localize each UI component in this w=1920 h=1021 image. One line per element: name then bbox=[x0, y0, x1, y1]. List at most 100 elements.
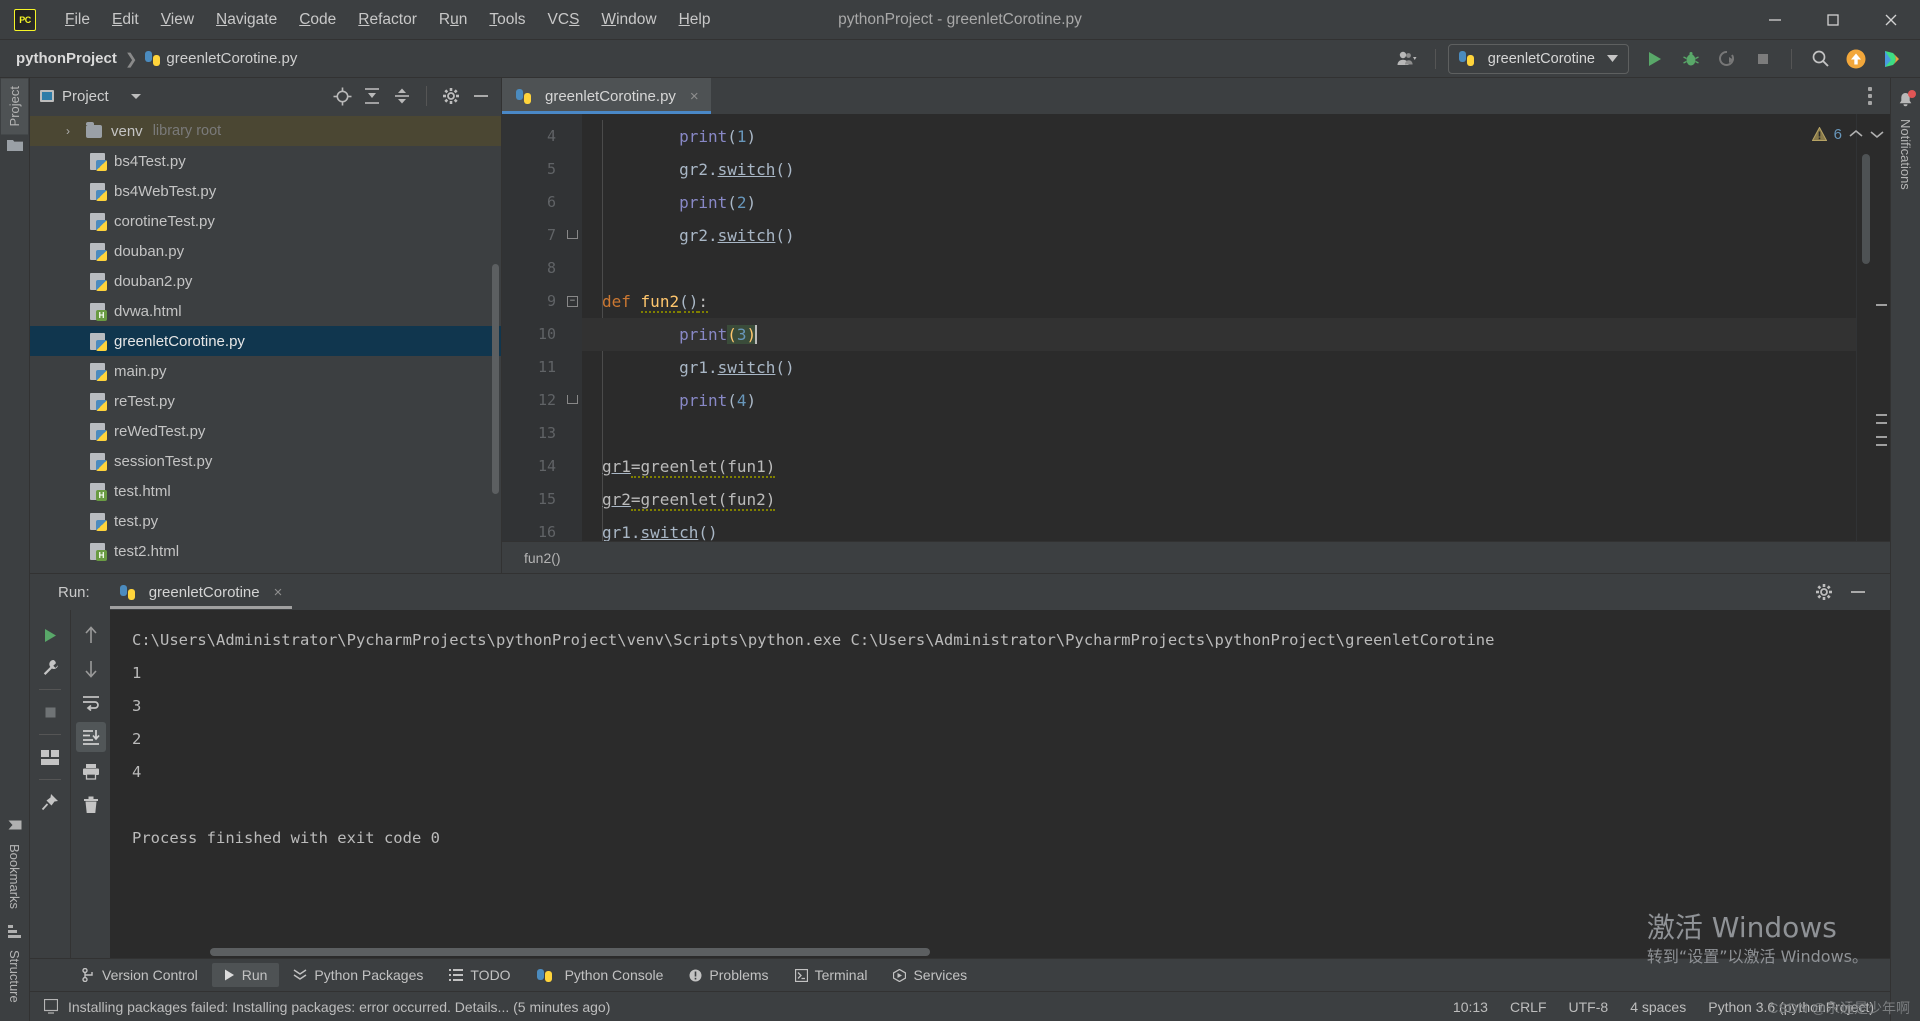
gutter-line-number[interactable]: 12 bbox=[502, 384, 582, 417]
gutter-line-number[interactable]: 14 bbox=[502, 450, 582, 483]
code-line[interactable]: print(1) bbox=[582, 120, 1856, 153]
menu-item-help[interactable]: Help bbox=[668, 7, 722, 33]
tree-item[interactable]: bs4WebTest.py bbox=[30, 176, 501, 206]
gutter-line-number[interactable]: 9− bbox=[502, 285, 582, 318]
tree-item[interactable]: main.py bbox=[30, 356, 501, 386]
close-button[interactable] bbox=[1862, 0, 1920, 40]
menu-item-navigate[interactable]: Navigate bbox=[205, 7, 288, 33]
down-icon[interactable] bbox=[76, 654, 106, 684]
status-interpreter[interactable]: Python 3.6 (pythonProject) bbox=[1708, 999, 1874, 1015]
tree-item[interactable]: dvwa.html bbox=[30, 296, 501, 326]
status-line-separator[interactable]: CRLF bbox=[1510, 999, 1547, 1015]
code-line[interactable] bbox=[582, 252, 1856, 285]
tree-item[interactable]: reTest.py bbox=[30, 386, 501, 416]
tree-item[interactable]: bs4Test.py bbox=[30, 146, 501, 176]
sidebar-item-bookmarks[interactable]: Bookmarks bbox=[1, 810, 28, 917]
editor-code-area[interactable]: print(1) gr2.switch() print(2) gr2.switc… bbox=[582, 114, 1856, 541]
status-caret-position[interactable]: 10:13 bbox=[1453, 999, 1488, 1015]
gutter-line-number[interactable]: 13 bbox=[502, 417, 582, 450]
more-options-icon[interactable] bbox=[1862, 81, 1878, 111]
scroll-to-end-icon[interactable] bbox=[75, 722, 106, 752]
breadcrumb-file[interactable]: greenletCorotine.py bbox=[145, 50, 297, 67]
code-line[interactable]: gr1=greenlet(fun1) bbox=[582, 450, 1856, 483]
tree-item[interactable]: › venv library root bbox=[30, 116, 501, 146]
tree-item[interactable]: test2.html bbox=[30, 536, 501, 566]
user-icon[interactable] bbox=[1391, 44, 1423, 74]
wrench-icon[interactable] bbox=[35, 652, 65, 682]
rerun-icon[interactable] bbox=[35, 620, 65, 650]
run-button[interactable] bbox=[1639, 44, 1671, 74]
layout-icon[interactable] bbox=[35, 742, 65, 772]
tool-window-todo[interactable]: TODO bbox=[437, 963, 522, 987]
gutter-line-number[interactable]: 15 bbox=[502, 483, 582, 516]
up-icon[interactable] bbox=[76, 620, 106, 650]
fold-end-icon[interactable] bbox=[567, 395, 578, 404]
gutter-line-number[interactable]: 4 bbox=[502, 120, 582, 153]
minimize-button[interactable] bbox=[1746, 0, 1804, 40]
breadcrumb-project[interactable]: pythonProject bbox=[16, 50, 117, 67]
menu-item-run[interactable]: Run bbox=[428, 7, 478, 33]
update-icon[interactable] bbox=[1840, 44, 1872, 74]
tree-item[interactable]: corotineTest.py bbox=[30, 206, 501, 236]
status-indent[interactable]: 4 spaces bbox=[1630, 999, 1686, 1015]
hide-panel-icon[interactable] bbox=[1844, 578, 1872, 606]
code-line[interactable]: print(4) bbox=[582, 384, 1856, 417]
tool-window-problems[interactable]: Problems bbox=[677, 963, 780, 987]
expand-arrow-icon[interactable]: › bbox=[66, 124, 84, 138]
close-icon[interactable]: × bbox=[690, 88, 699, 105]
menu-item-tools[interactable]: Tools bbox=[478, 7, 536, 33]
code-line[interactable]: print(2) bbox=[582, 186, 1856, 219]
close-icon[interactable]: × bbox=[274, 584, 283, 601]
gutter-line-number[interactable]: 6 bbox=[502, 186, 582, 219]
sidebar-item-notifications[interactable]: Notifications bbox=[1892, 111, 1919, 198]
hide-panel-icon[interactable] bbox=[467, 82, 495, 110]
project-scrollbar[interactable] bbox=[492, 264, 499, 494]
project-panel-title[interactable]: Project bbox=[40, 88, 141, 105]
tool-window-python-packages[interactable]: Python Packages bbox=[281, 963, 435, 987]
maximize-button[interactable] bbox=[1804, 0, 1862, 40]
tree-item[interactable]: test.py bbox=[30, 506, 501, 536]
menu-item-window[interactable]: Window bbox=[590, 7, 667, 33]
code-line[interactable]: def fun2(): bbox=[582, 285, 1856, 318]
gutter-line-number[interactable]: 7 bbox=[502, 219, 582, 252]
code-line[interactable]: print(3) bbox=[582, 318, 1856, 351]
code-line[interactable]: gr2.switch() bbox=[582, 219, 1856, 252]
run-configuration-selector[interactable]: greenletCorotine bbox=[1447, 43, 1629, 74]
stop-icon[interactable] bbox=[35, 697, 65, 727]
gutter-line-number[interactable]: 5 bbox=[502, 153, 582, 186]
run-tab[interactable]: greenletCorotine × bbox=[109, 575, 293, 609]
status-encoding[interactable]: UTF-8 bbox=[1569, 999, 1609, 1015]
locate-icon[interactable] bbox=[328, 82, 356, 110]
menu-item-vcs[interactable]: VCS bbox=[537, 7, 591, 33]
project-tree[interactable]: › venv library root bs4Test.py bs4WebTest.py… bbox=[30, 114, 501, 573]
code-line[interactable] bbox=[582, 417, 1856, 450]
expand-all-icon[interactable] bbox=[358, 82, 386, 110]
fold-collapse-icon[interactable]: − bbox=[567, 296, 578, 307]
settings-icon[interactable] bbox=[1810, 578, 1838, 606]
menu-item-file[interactable]: File bbox=[54, 7, 101, 33]
gutter-line-number[interactable]: 11 bbox=[502, 351, 582, 384]
coverage-button[interactable] bbox=[1711, 44, 1743, 74]
console-horizontal-scrollbar[interactable] bbox=[210, 948, 930, 956]
tool-window-version-control[interactable]: Version Control bbox=[70, 963, 210, 987]
run-console[interactable]: C:\Users\Administrator\PycharmProjects\p… bbox=[110, 610, 1890, 958]
soft-wrap-icon[interactable] bbox=[76, 688, 106, 718]
code-line[interactable]: gr1.switch() bbox=[582, 351, 1856, 384]
gutter-line-number[interactable]: 10 bbox=[502, 318, 604, 351]
tool-window-terminal[interactable]: Terminal bbox=[783, 963, 880, 987]
editor-scrollbar[interactable] bbox=[1862, 154, 1870, 264]
chevron-down-icon[interactable] bbox=[1870, 129, 1884, 139]
code-line[interactable]: gr2=greenlet(fun2) bbox=[582, 483, 1856, 516]
tree-item[interactable]: sessionTest.py bbox=[30, 446, 501, 476]
chevron-up-icon[interactable] bbox=[1849, 129, 1863, 139]
clear-all-icon[interactable] bbox=[76, 790, 106, 820]
search-icon[interactable] bbox=[1804, 44, 1836, 74]
tree-item[interactable]: test.html bbox=[30, 476, 501, 506]
status-message[interactable]: Installing packages failed: Installing p… bbox=[68, 999, 610, 1015]
inspection-status[interactable]: 6 bbox=[1811, 114, 1890, 154]
tree-item[interactable]: reWedTest.py bbox=[30, 416, 501, 446]
tree-item[interactable]: greenletCorotine.py bbox=[30, 326, 501, 356]
menu-item-edit[interactable]: Edit bbox=[101, 7, 150, 33]
stop-button[interactable] bbox=[1747, 44, 1779, 74]
tool-window-services[interactable]: Services bbox=[881, 963, 979, 987]
